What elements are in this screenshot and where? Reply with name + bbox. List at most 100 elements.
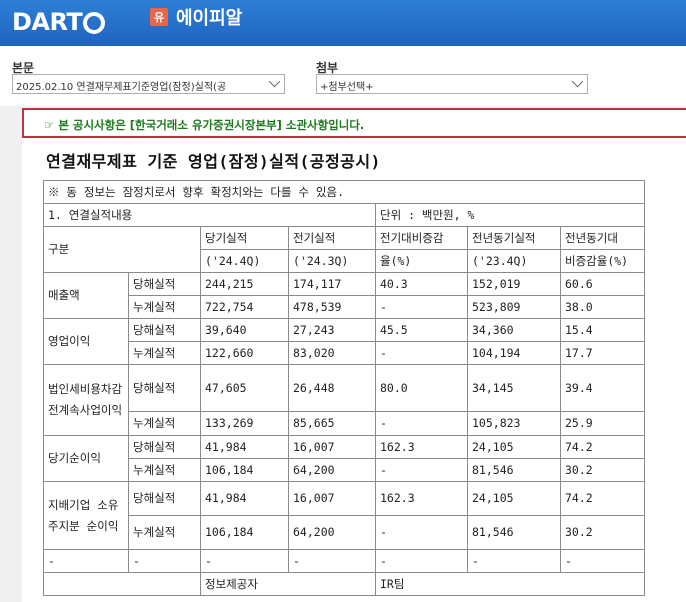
cell-prev: 16,007 — [288, 435, 376, 459]
document-selector-bar: 본문 2025.02.10 연결재무제표기준영업(잠정)실적(공 첨부 +첨부선… — [0, 46, 686, 106]
row-label: 당기순이익 — [43, 435, 129, 482]
cell-yoy: 17.7 — [560, 341, 645, 365]
cell-yoy-prev: 105,823 — [467, 411, 561, 436]
cell-qoq: 80.0 — [375, 364, 468, 412]
cell-cur: 722,754 — [200, 295, 289, 319]
cell-cur: 133,269 — [200, 411, 289, 436]
cell-prev: 64,200 — [288, 515, 376, 550]
cell-qoq: 40.3 — [375, 272, 468, 296]
cell-prev: 478,539 — [288, 295, 376, 319]
chevron-down-icon — [571, 75, 584, 88]
cell-prev: 64,200 — [288, 458, 376, 482]
row-type: 누계실적 — [128, 515, 201, 550]
cell-cur: 244,215 — [200, 272, 289, 296]
cell-qoq: - — [375, 515, 468, 550]
cell-yoy-prev: 34,145 — [467, 364, 561, 412]
unit-cell: 단위 : 백만원, % — [375, 203, 645, 227]
blank-cell: - — [43, 549, 129, 573]
cell-yoy: 15.4 — [560, 318, 645, 342]
table-row: ※ 동 정보는 잠정치로서 향후 확정치와는 다를 수 있음. — [43, 180, 645, 204]
blank-cell: - — [467, 549, 561, 573]
cell-yoy: 30.2 — [560, 458, 645, 482]
cell-yoy-prev: 24,105 — [467, 481, 561, 516]
cell-qoq: - — [375, 411, 468, 436]
cell-qoq: 162.3 — [375, 481, 468, 516]
table-row: 정보제공자 IR팀 — [43, 572, 645, 596]
notice-text: ☞ 본 공시사항은 [한국거래소 유가증권시장본부] 소관사항입니다. — [44, 118, 365, 132]
cell-prev: 85,665 — [288, 411, 376, 436]
report-select[interactable]: 2025.02.10 연결재무제표기준영업(잠정)실적(공 — [12, 74, 285, 94]
header-category: 구분 — [43, 226, 201, 273]
market-badge: 유 — [150, 8, 168, 26]
table-row: 당기순이익 당해실적 41,984 16,007 162.3 24,105 74… — [43, 435, 645, 482]
cell-yoy-prev: 24,105 — [467, 435, 561, 459]
header-yoy-unit: 비증감율(%) — [560, 249, 645, 273]
cell-cur: 106,184 — [200, 458, 289, 482]
table-row: 1. 연결실적내용 단위 : 백만원, % — [43, 203, 645, 227]
footer-empty — [43, 572, 201, 596]
cell-yoy-prev: 81,546 — [467, 515, 561, 550]
table-row: 누계실적 122,660 83,020 - 104,194 17.7 — [44, 341, 645, 365]
row-type: 당해실적 — [128, 364, 201, 412]
table-row: 법인세비용차감전계속사업이익 당해실적 47,605 26,448 80.0 3… — [43, 364, 645, 436]
row-type: 누계실적 — [128, 341, 201, 365]
cell-prev: 174,117 — [288, 272, 376, 296]
table-row: 구분 당기실적 전기실적 전기대비증감 전년동기실적 전년동기대 — [43, 226, 645, 273]
blank-cell: - — [200, 549, 289, 573]
cell-yoy-prev: 104,194 — [467, 341, 561, 365]
row-type: 당해실적 — [128, 272, 201, 296]
cell-yoy: 60.6 — [560, 272, 645, 296]
table-row: 누계실적 106,184 64,200 - 81,546 30.2 — [44, 515, 645, 550]
row-label: 지배기업 소유주지분 순이익 — [43, 481, 129, 550]
cell-yoy-prev: 523,809 — [467, 295, 561, 319]
row-type: 누계실적 — [128, 458, 201, 482]
header-qoq-unit: 율(%) — [375, 249, 468, 273]
cell-cur: 41,984 — [200, 481, 289, 516]
cell-yoy: 74.2 — [560, 481, 645, 516]
blank-cell: - — [560, 549, 645, 573]
section-cell: 1. 연결실적내용 — [43, 203, 376, 227]
cell-cur: 47,605 — [200, 364, 289, 412]
row-type: 당해실적 — [128, 318, 201, 342]
attach-select-value: +첨부선택+ — [320, 82, 374, 93]
table-row: 누계실적 722,754 478,539 - 523,809 38.0 — [44, 295, 645, 319]
cell-prev: 16,007 — [288, 481, 376, 516]
header-yoy: 전년동기대 — [560, 226, 645, 250]
header-yoy-prev: 전년동기실적 — [467, 226, 561, 250]
table-row: 매출액 당해실적 244,215 174,117 40.3 152,019 60… — [43, 272, 645, 319]
page-title: 연결재무제표 기준 영업(잠정)실적(공정공시) — [46, 152, 381, 171]
header-cur: 당기실적 — [200, 226, 289, 250]
top-header: DART 유 에이피알 — [0, 0, 686, 46]
cell-cur: 122,660 — [200, 341, 289, 365]
cell-yoy: 74.2 — [560, 435, 645, 459]
logo-ring-icon — [83, 12, 106, 34]
cell-prev: 83,020 — [288, 341, 376, 365]
cell-yoy-prev: 81,546 — [467, 458, 561, 482]
company-name: 에이피알 — [176, 8, 243, 29]
cell-yoy: 25.9 — [560, 411, 645, 436]
row-type: 누계실적 — [128, 411, 201, 436]
notice-box: ☞ 본 공시사항은 [한국거래소 유가증권시장본부] 소관사항입니다. — [22, 108, 686, 138]
cell-yoy-prev: 152,019 — [467, 272, 561, 296]
provider-label: 정보제공자 — [200, 572, 376, 596]
cell-yoy: 39.4 — [560, 364, 645, 412]
row-label: 영업이익 — [43, 318, 129, 365]
logo-text: DART — [12, 8, 83, 36]
header-prev: 전기실적 — [288, 226, 376, 250]
cell-yoy: 30.2 — [560, 515, 645, 550]
blank-cell: - — [288, 549, 376, 573]
cell-qoq: - — [375, 341, 468, 365]
cell-qoq: 162.3 — [375, 435, 468, 459]
dart-logo[interactable]: DART — [12, 6, 106, 38]
blank-cell: - — [375, 549, 468, 573]
table-row: - - - - - - - — [43, 549, 645, 573]
cell-yoy-prev: 34,360 — [467, 318, 561, 342]
attach-select[interactable]: +첨부선택+ — [316, 74, 588, 94]
row-type: 당해실적 — [128, 481, 201, 516]
disclaimer-cell: ※ 동 정보는 잠정치로서 향후 확정치와는 다를 수 있음. — [43, 180, 645, 204]
cell-cur: 39,640 — [200, 318, 289, 342]
cell-qoq: - — [375, 295, 468, 319]
table-row: 누계실적 133,269 85,665 - 105,823 25.9 — [44, 411, 645, 436]
row-label: 법인세비용차감전계속사업이익 — [43, 364, 129, 436]
header-yoy-prev-period: ('23.4Q) — [467, 249, 561, 273]
